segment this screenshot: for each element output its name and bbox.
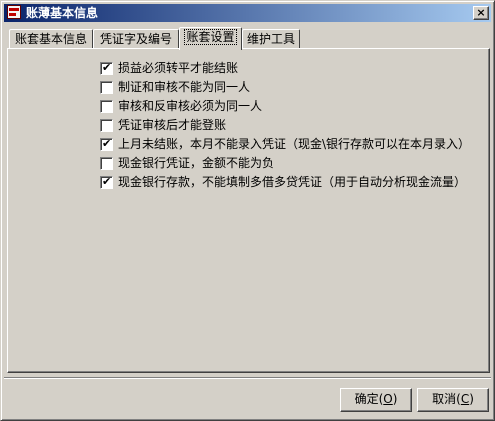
option-label: 现金银行凭证，金额不能为负 (118, 156, 275, 170)
tab-voucher-word-number[interactable]: 凭证字及编号 (93, 29, 179, 49)
checkbox[interactable]: ✔ (100, 175, 113, 189)
ok-button[interactable]: 确定(O) (340, 388, 412, 412)
check-icon: ✔ (102, 175, 112, 188)
dialog-window: 账薄基本信息 × 账套基本信息 凭证字及编号 账套设置 维护工具 ✔ 损益必须转… (0, 0, 495, 421)
title-bar[interactable]: 账薄基本信息 × (4, 4, 491, 22)
app-icon (7, 5, 21, 19)
option-label: 损益必须转平才能结账 (118, 61, 239, 75)
option-label: 审核和反审核必须为同一人 (118, 99, 263, 113)
window-title: 账薄基本信息 (26, 6, 99, 20)
option-label: 制证和审核不能为同一人 (118, 80, 251, 94)
check-icon: ✔ (102, 137, 112, 150)
checkbox[interactable]: ✔ (100, 137, 113, 151)
close-icon[interactable]: × (473, 6, 489, 20)
ok-mnemonic: O (383, 392, 393, 406)
cancel-mnemonic: C (460, 392, 470, 406)
settings-panel: ✔ 损益必须转平才能结账 ✔ 制证和审核不能为同一人 ✔ 审核和反审核必须为同一… (7, 48, 490, 373)
checkbox[interactable]: ✔ (100, 61, 113, 75)
tab-account-basic-info[interactable]: 账套基本信息 (9, 29, 93, 49)
tab-strip: 账套基本信息 凭证字及编号 账套设置 维护工具 (9, 27, 489, 50)
tab-maintenance-tools[interactable]: 维护工具 (242, 29, 300, 49)
checkbox[interactable]: ✔ (100, 100, 113, 113)
option-label: 上月未结账，本月不能录入凭证（现金\银行存款可以在本月录入） (118, 137, 471, 151)
option-label: 凭证审核后才能登账 (118, 118, 227, 132)
tab-account-settings[interactable]: 账套设置 (179, 27, 242, 50)
check-icon: ✔ (102, 61, 112, 74)
cancel-button-label: 取消 (432, 392, 457, 406)
ok-button-label: 确定 (354, 392, 379, 406)
cancel-button[interactable]: 取消(C) (417, 388, 489, 412)
checkbox[interactable]: ✔ (100, 157, 113, 170)
checkbox[interactable]: ✔ (100, 81, 113, 94)
checkbox[interactable]: ✔ (100, 119, 113, 132)
footer-divider (4, 377, 491, 379)
option-label: 现金银行存款，不能填制多借多贷凭证（用于自动分析现金流量） (118, 175, 467, 189)
